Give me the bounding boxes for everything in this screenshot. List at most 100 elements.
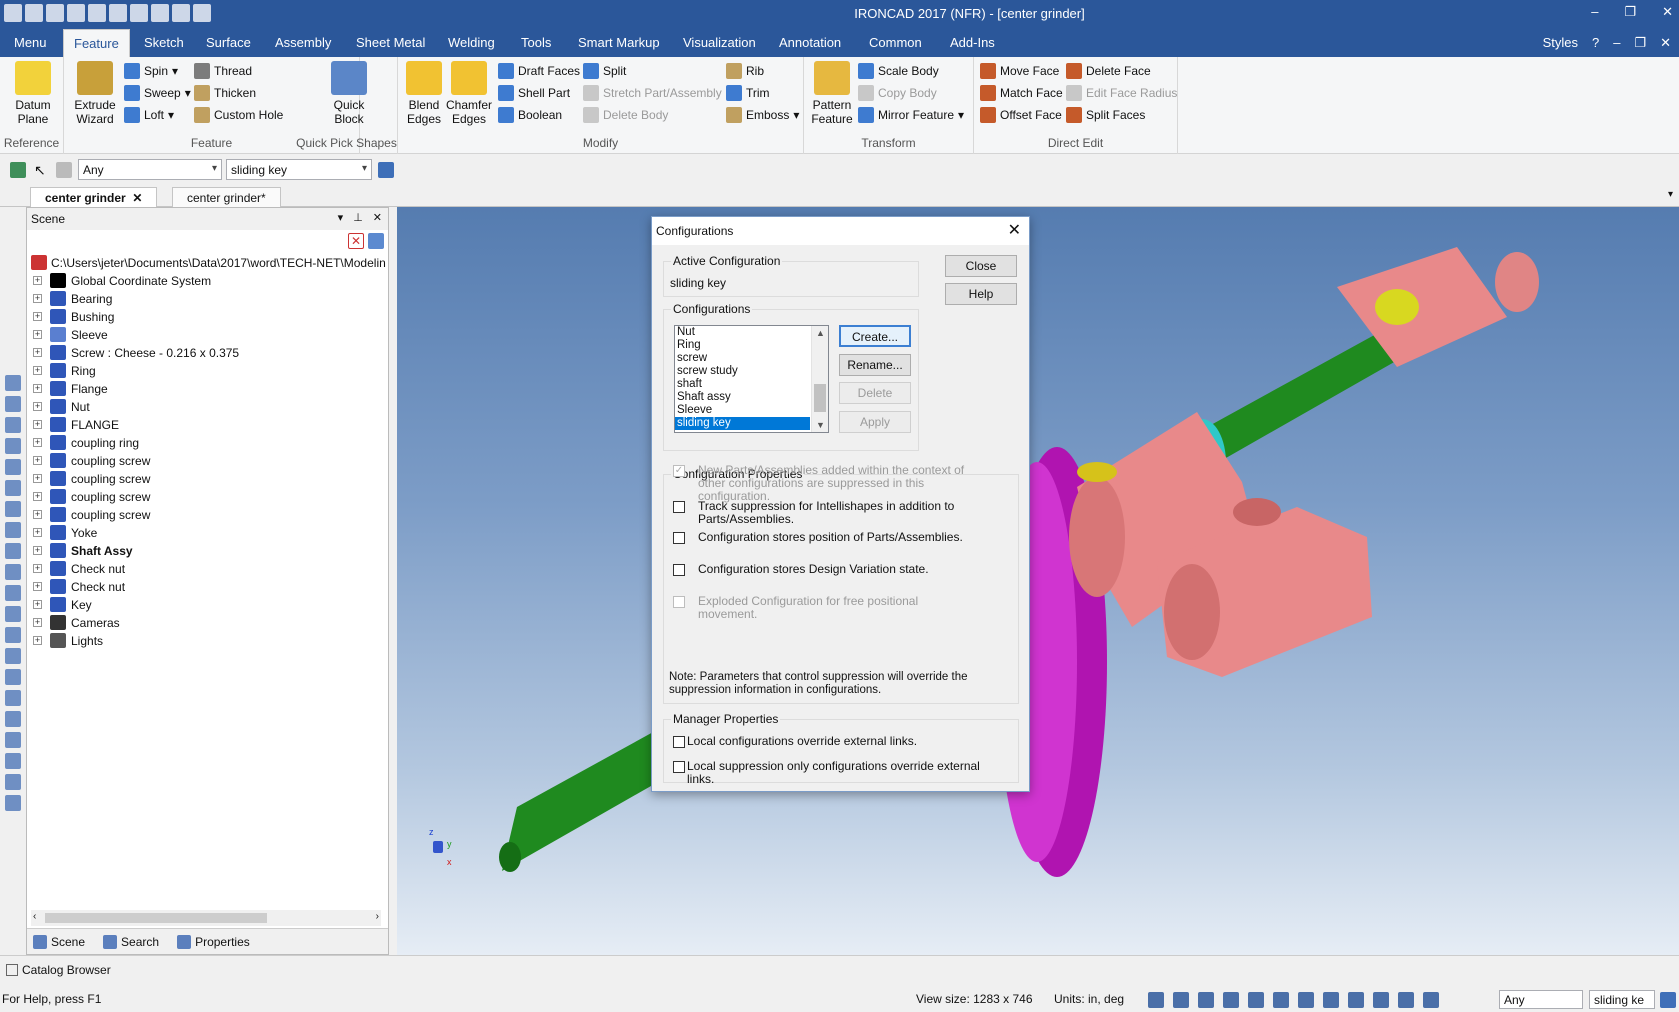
configuration-tree-icon[interactable] (378, 162, 394, 178)
pattern-feature-button[interactable]: Pattern Feature (810, 61, 854, 126)
configuration-combo[interactable]: sliding key (226, 159, 372, 180)
checkbox-box[interactable]: ✓ (673, 465, 685, 477)
list-scroll-thumb[interactable] (814, 384, 826, 412)
render-mode-icon[interactable] (1223, 992, 1239, 1008)
catalog-browser-tab[interactable]: Catalog Browser (6, 963, 111, 977)
apply-button[interactable]: Apply (839, 411, 911, 433)
shell-part-button[interactable]: Shell Part (498, 85, 570, 101)
orient-icon[interactable] (1248, 992, 1264, 1008)
tool-icon[interactable] (5, 480, 21, 496)
offset-face-button[interactable]: Offset Face (980, 107, 1062, 123)
tree-item[interactable]: + coupling ring (27, 434, 388, 452)
tool-icon[interactable] (5, 795, 21, 811)
tool-icon[interactable] (5, 753, 21, 769)
spin-button[interactable]: Spin ▾ (124, 63, 178, 79)
draft-faces-button[interactable]: Draft Faces (498, 63, 580, 79)
expand-icon[interactable]: + (33, 492, 42, 501)
expand-icon[interactable]: + (33, 366, 42, 375)
delete-face-button[interactable]: Delete Face (1066, 63, 1151, 79)
mirror-feature-button[interactable]: Mirror Feature ▾ (858, 107, 964, 123)
tab-welding[interactable]: Welding (448, 35, 495, 50)
help-icon[interactable]: ? (1592, 35, 1599, 51)
tab-smart-markup[interactable]: Smart Markup (578, 35, 660, 50)
checkbox-box[interactable] (673, 532, 685, 544)
tab-common[interactable]: Common (869, 35, 922, 50)
tool-icon[interactable] (5, 522, 21, 538)
3d-viewport[interactable]: z y x (397, 207, 1679, 955)
configuration-list-item[interactable]: Ring (675, 339, 828, 352)
tool-icon[interactable] (5, 669, 21, 685)
tool-icon[interactable] (5, 690, 21, 706)
custom-hole-button[interactable]: Custom Hole (194, 107, 283, 123)
expand-icon[interactable]: + (33, 384, 42, 393)
tree-item[interactable]: + Screw : Cheese - 0.216 x 0.375 (27, 344, 388, 362)
scene-tree[interactable]: C:\Users\jeter\Documents\Data\2017\word\… (27, 254, 388, 650)
close-tab-icon[interactable]: ✕ (132, 191, 142, 205)
tool-icon[interactable] (5, 606, 21, 622)
expand-icon[interactable]: + (33, 348, 42, 357)
checkbox-box[interactable] (673, 564, 685, 576)
close-window-button[interactable]: ✕ (1662, 4, 1673, 20)
tree-item[interactable]: + Check nut (27, 578, 388, 596)
loft-button[interactable]: Loft ▾ (124, 107, 174, 123)
doc-tab-center-grinder[interactable]: center grinder ✕ (30, 187, 158, 207)
scroll-left-icon[interactable]: ‹ (33, 911, 36, 922)
expand-icon[interactable]: + (33, 402, 42, 411)
tree-item[interactable]: + Shaft Assy (27, 542, 388, 560)
tool-icon[interactable] (5, 543, 21, 559)
tab-surface[interactable]: Surface (206, 35, 251, 50)
configuration-list-item[interactable]: Sleeve (675, 404, 828, 417)
expand-icon[interactable]: + (33, 438, 42, 447)
tab-add-ins[interactable]: Add-Ins (950, 35, 995, 50)
tab-overflow-icon[interactable]: ▾ (1668, 189, 1673, 200)
expand-icon[interactable]: + (33, 330, 42, 339)
scroll-down-icon[interactable]: ▼ (816, 420, 825, 430)
tool-icon[interactable] (5, 648, 21, 664)
section-icon[interactable] (1273, 992, 1289, 1008)
pointer-icon[interactable] (1398, 992, 1414, 1008)
restore-button[interactable]: ❐ (1624, 4, 1636, 20)
emboss-button[interactable]: Emboss ▾ (726, 107, 799, 123)
tree-item[interactable]: + coupling screw (27, 470, 388, 488)
minimize-button[interactable]: – (1591, 4, 1598, 20)
configuration-list-item[interactable]: sliding key (675, 417, 810, 430)
tool-icon[interactable] (5, 459, 21, 475)
camera-icon[interactable] (1298, 992, 1314, 1008)
tab-feature[interactable]: Feature (63, 29, 130, 59)
tool-icon[interactable] (5, 396, 21, 412)
configuration-list-item[interactable]: Nut (675, 326, 828, 339)
scale-body-button[interactable]: Scale Body (858, 63, 939, 79)
status-filter-combo[interactable]: Any (1499, 990, 1583, 1009)
configuration-list-item[interactable]: Shaft assy (675, 391, 828, 404)
zoom-icon[interactable] (1148, 992, 1164, 1008)
tree-item[interactable]: + Bearing (27, 290, 388, 308)
thicken-button[interactable]: Thicken (194, 85, 256, 101)
expand-icon[interactable]: + (33, 294, 42, 303)
boolean-button[interactable]: Boolean (498, 107, 562, 123)
list-scrollbar[interactable]: ▲ ▼ (811, 326, 828, 432)
tab-menu[interactable]: Menu (14, 35, 47, 50)
tool-icon[interactable] (5, 627, 21, 643)
configuration-tree-icon[interactable] (1660, 992, 1676, 1008)
status-config-combo[interactable]: sliding ke (1589, 990, 1655, 1009)
tree-item[interactable]: + coupling screw (27, 488, 388, 506)
expand-icon[interactable]: + (33, 564, 42, 573)
tool-icon[interactable] (5, 375, 21, 391)
horizontal-scrollbar[interactable]: ‹ › (31, 910, 381, 926)
expand-icon[interactable]: + (33, 276, 42, 285)
pin-icon[interactable]: ⊥ (353, 211, 363, 224)
expand-icon[interactable]: + (33, 474, 42, 483)
display-icon[interactable] (1323, 992, 1339, 1008)
checkbox-box[interactable] (673, 596, 685, 608)
select-icon[interactable] (1373, 992, 1389, 1008)
dialog-close-icon[interactable]: ✕ (1008, 220, 1021, 240)
tree-item[interactable]: + Sleeve (27, 326, 388, 344)
selection-filter-combo[interactable]: Any (78, 159, 222, 180)
create-button[interactable]: Create... (839, 325, 911, 347)
select-tool-icon[interactable] (10, 162, 26, 178)
scroll-thumb[interactable] (45, 913, 267, 923)
delete-body-button[interactable]: Delete Body (583, 107, 668, 123)
expand-icon[interactable]: + (33, 636, 42, 645)
ribbon-minimize-icon[interactable]: – (1613, 35, 1620, 51)
tab-annotation[interactable]: Annotation (779, 35, 841, 50)
